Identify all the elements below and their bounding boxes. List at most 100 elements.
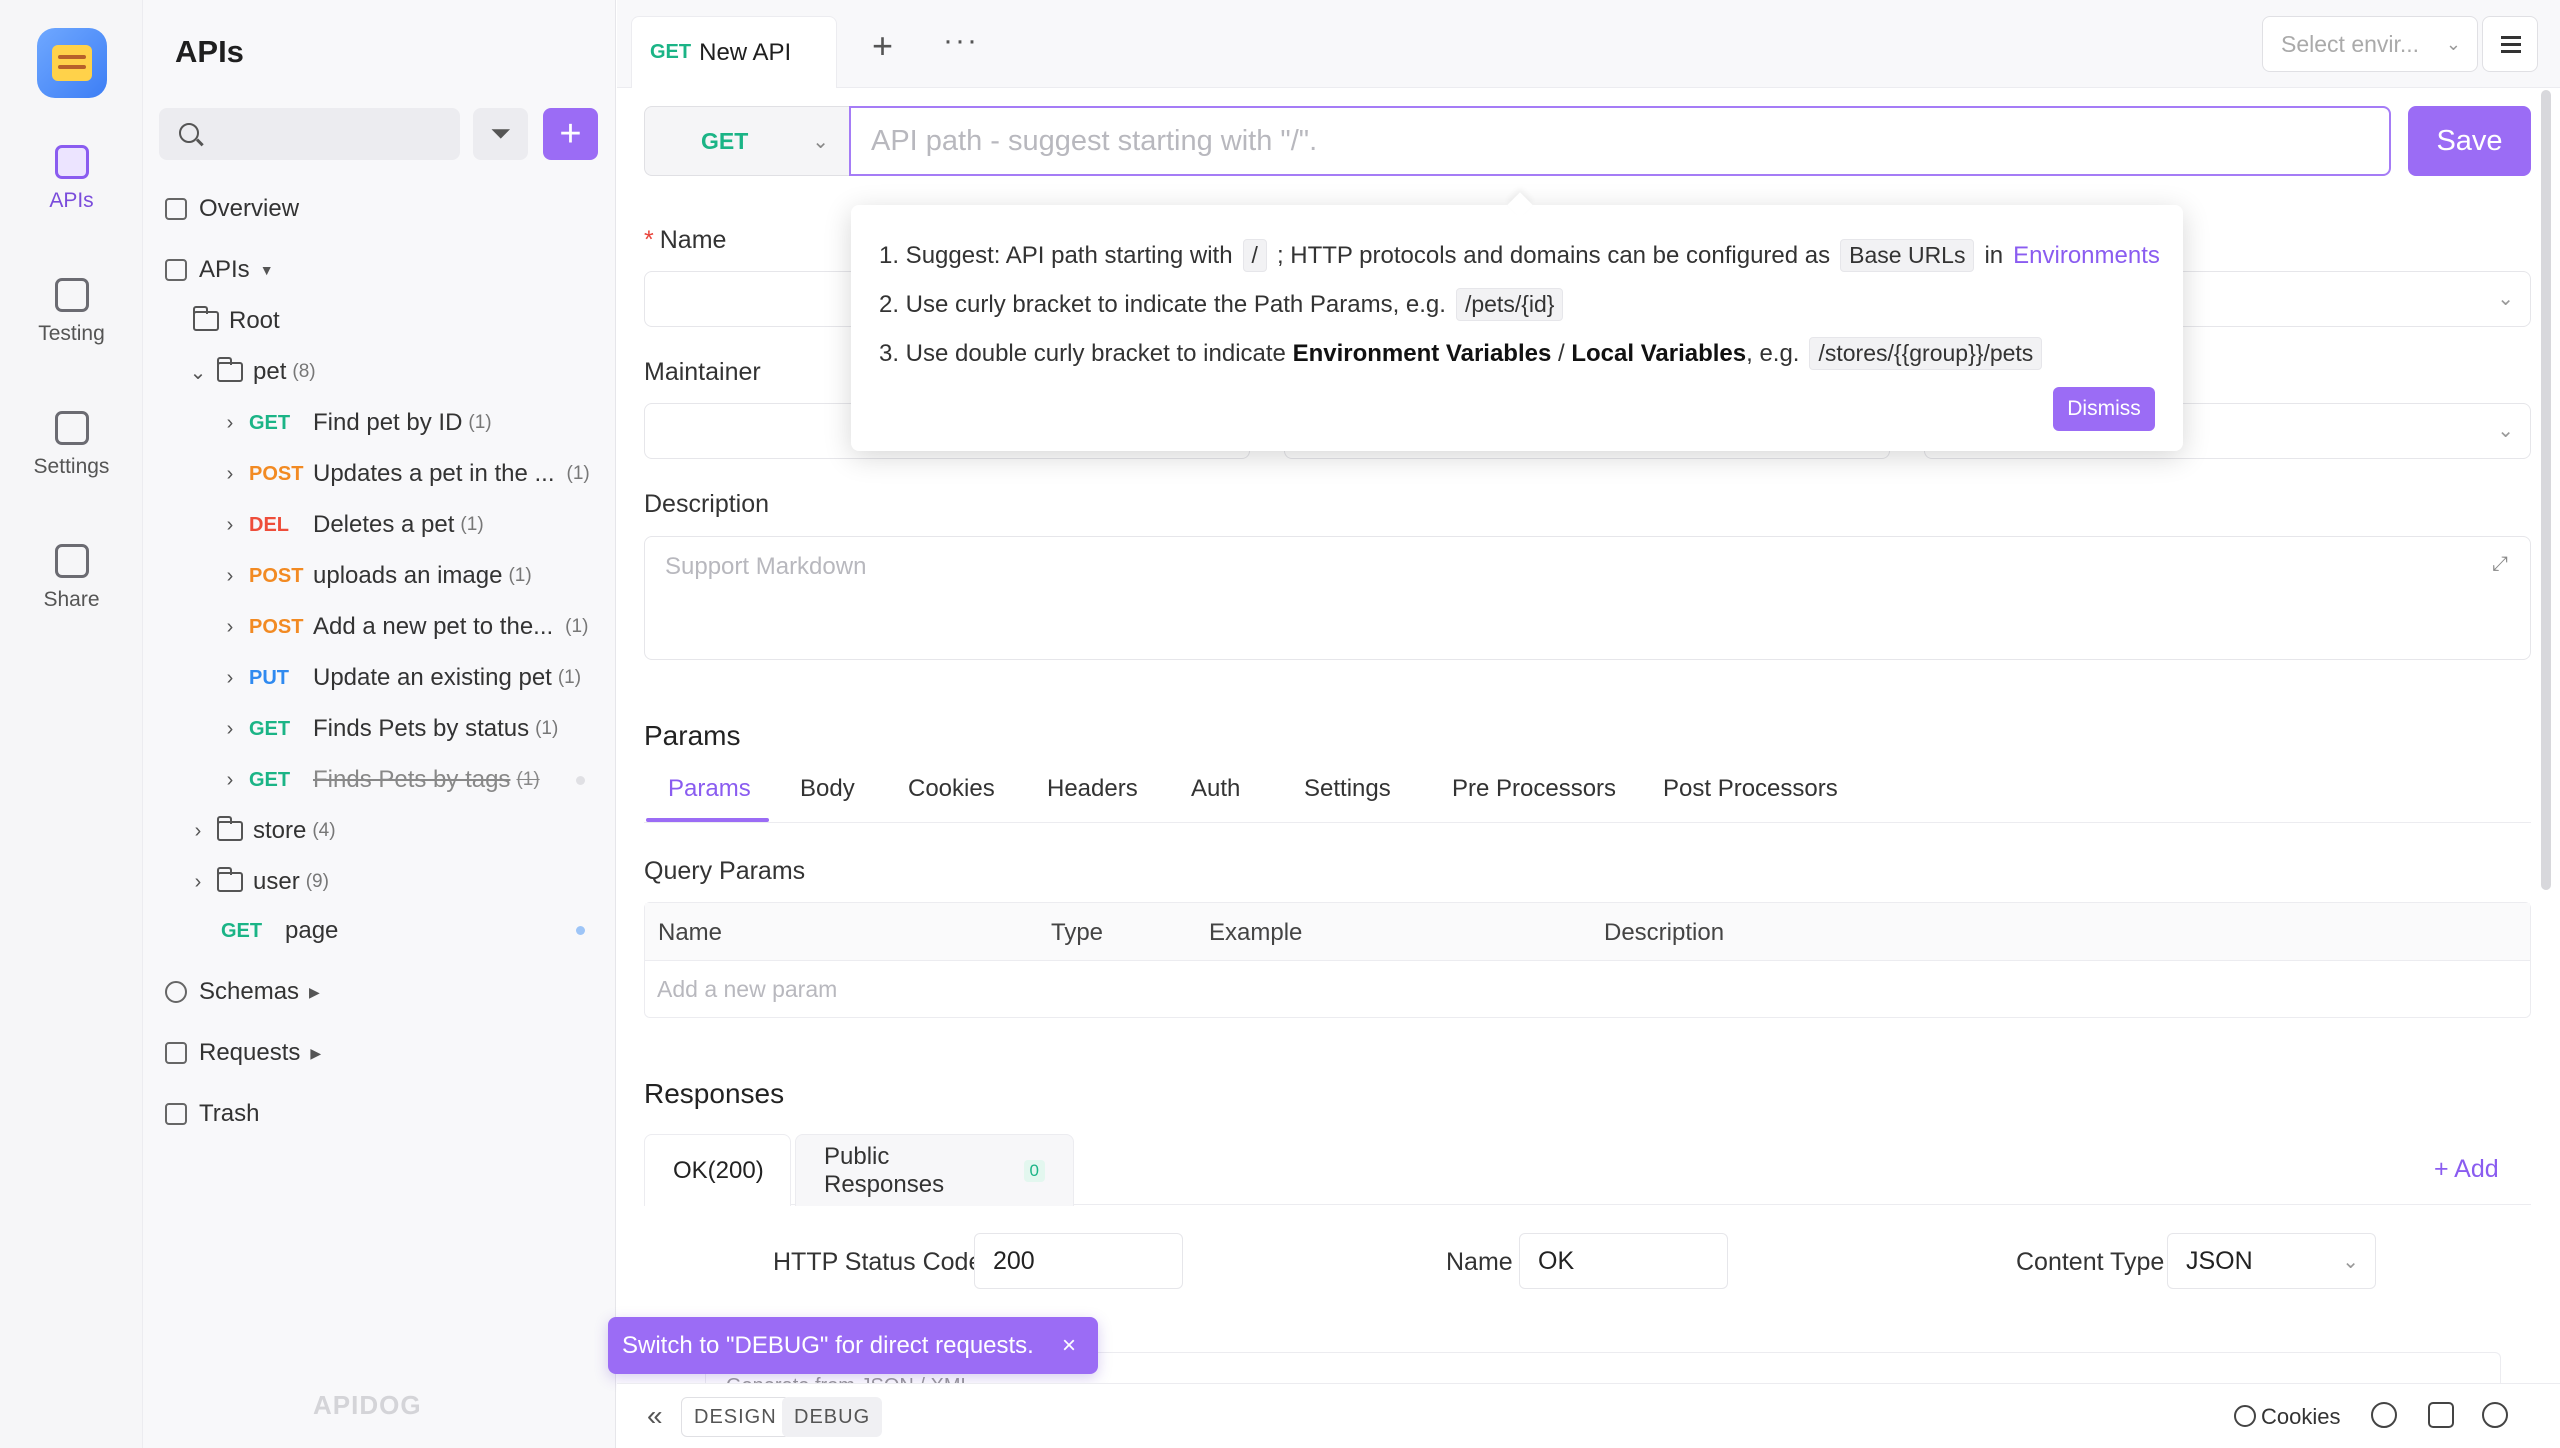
status-dot [576, 776, 585, 785]
sidebar-title: APIs [175, 34, 244, 69]
tab-post-processors[interactable]: Post Processors [1663, 775, 1838, 803]
tree-item-endpoint[interactable]: › GET Find pet by ID (1) [219, 409, 492, 437]
tree-item-endpoint-deprecated[interactable]: › GET Finds Pets by tags (1) [219, 766, 540, 794]
tree-folder-user[interactable]: › user (9) [187, 867, 329, 896]
testing-icon [54, 278, 89, 312]
tree-item-endpoint[interactable]: › POST uploads an image (1) [219, 562, 532, 590]
tab-auth[interactable]: Auth [1191, 775, 1240, 803]
app-logo[interactable] [37, 28, 107, 98]
environment-select[interactable]: Select envir... ⌄ [2262, 16, 2478, 72]
tab-headers[interactable]: Headers [1047, 775, 1138, 803]
maintainer-label: Maintainer [644, 358, 761, 386]
tree-item-endpoint[interactable]: › DEL Deletes a pet (1) [219, 511, 484, 539]
tree-item-endpoint[interactable]: › PUT Update an existing pet (1) [219, 664, 581, 692]
filter-icon: ⏷ [490, 118, 511, 148]
chevron-right-icon: › [194, 870, 202, 893]
count-badge: 0 [1023, 1159, 1045, 1182]
rail-item-share[interactable]: Share [0, 544, 143, 612]
save-button[interactable]: Save [2408, 106, 2531, 176]
tab-new-api[interactable]: GET New API [631, 16, 837, 88]
chevron-right-icon: › [226, 717, 234, 740]
tree-item-endpoint[interactable]: › POST Updates a pet in the ... (1) [219, 460, 590, 488]
cookies-button[interactable]: Cookies [2261, 1404, 2340, 1430]
menu-button[interactable] [2482, 16, 2538, 72]
tree-folder-store[interactable]: › store (4) [187, 816, 336, 845]
active-tab-indicator [646, 818, 769, 822]
chevron-right-icon: › [226, 513, 234, 536]
caret-down-icon: ▼ [259, 262, 274, 278]
tab-response-ok[interactable]: OK(200) [644, 1134, 791, 1206]
watermark-logo: APIDOG [313, 1390, 422, 1420]
tab-bar: GET New API + ··· Select envir... ⌄ [617, 0, 2560, 88]
add-button[interactable]: + [543, 108, 598, 160]
scrollbar[interactable] [2541, 90, 2551, 890]
api-tree-sidebar: APIs ⏷ + Overview APIs ▼ Root ⌄ pet (8) … [143, 0, 616, 1448]
column-header: Example [1209, 919, 1303, 946]
chevron-right-icon: › [226, 615, 234, 638]
api-icon [54, 145, 89, 179]
chevron-down-icon: ⌄ [2342, 1250, 2359, 1273]
rail-item-apis[interactable]: APIs [0, 145, 143, 213]
new-tab-button[interactable]: + [872, 28, 893, 64]
sidebar-item-trash[interactable]: Trash [165, 1100, 259, 1128]
more-icon[interactable]: ··· [943, 24, 979, 58]
tree-folder-root[interactable]: Root [193, 306, 280, 335]
tab-pre-processors[interactable]: Pre Processors [1452, 775, 1616, 803]
api-path-input[interactable] [849, 106, 2391, 176]
tree-folder-pet[interactable]: ⌄ pet (8) [187, 357, 316, 386]
rail-item-settings[interactable]: Settings [0, 411, 143, 479]
footer-bar: « DESIGN DEBUG Cookies [617, 1383, 2560, 1448]
query-params-title: Query Params [644, 857, 806, 885]
environments-link[interactable]: Environments [2013, 242, 2160, 270]
help-icon[interactable] [2482, 1402, 2508, 1428]
tab-body[interactable]: Body [800, 775, 855, 803]
schemas-icon [165, 981, 187, 1003]
column-header: Name [658, 919, 723, 946]
chevron-right-icon: › [226, 564, 234, 587]
close-icon[interactable]: × [1062, 1332, 1076, 1360]
column-header: Type [1051, 919, 1104, 946]
status-dot [576, 926, 585, 935]
sidebar-item-requests[interactable]: Requests ▶ [165, 1039, 321, 1067]
content-type-select[interactable]: JSON ⌄ [2167, 1233, 2376, 1289]
name-label: * Name [644, 226, 727, 254]
search-input[interactable] [159, 108, 460, 160]
chevron-right-icon: › [194, 819, 202, 842]
status-code-label: HTTP Status Code [773, 1248, 983, 1276]
chevron-right-icon: › [226, 462, 234, 485]
tab-cookies[interactable]: Cookies [908, 775, 995, 803]
tab-public-responses[interactable]: Public Responses 0 [795, 1134, 1074, 1206]
sidebar-item-schemas[interactable]: Schemas ▶ [165, 978, 320, 1006]
sidebar-item-apis[interactable]: APIs ▼ [165, 256, 274, 284]
add-response-button[interactable]: + Add [2434, 1155, 2499, 1184]
tree-item-endpoint[interactable]: › GET Finds Pets by status (1) [219, 715, 559, 743]
design-mode-button[interactable]: DESIGN [681, 1397, 790, 1437]
tree-item-endpoint[interactable]: › POST Add a new pet to the... (1) [219, 613, 589, 641]
dismiss-button[interactable]: Dismiss [2053, 387, 2155, 431]
filter-button[interactable]: ⏷ [473, 108, 528, 160]
tab-settings[interactable]: Settings [1304, 775, 1391, 803]
shirt-icon[interactable] [2428, 1402, 2454, 1428]
add-param-input[interactable]: Add a new param [657, 976, 837, 1003]
collapse-sidebar-icon[interactable]: « [647, 1400, 663, 1432]
sidebar-item-overview[interactable]: Overview [165, 195, 299, 223]
description-textarea[interactable]: Support Markdown ⤢ [644, 536, 2531, 660]
params-title: Params [644, 720, 741, 751]
upload-icon[interactable] [2371, 1402, 2397, 1428]
tab-params[interactable]: Params [668, 775, 751, 803]
tree-item-endpoint[interactable]: GET page [221, 917, 338, 945]
chevron-right-icon: › [226, 768, 234, 791]
method-select[interactable]: GET ⌄ [644, 106, 849, 176]
status-code-input[interactable]: 200 [974, 1233, 1183, 1289]
response-name-input[interactable]: OK [1519, 1233, 1728, 1289]
hint-line: 1. Suggest: API path starting with / ; H… [879, 239, 2160, 272]
content-type-label: Content Type [2016, 1248, 2165, 1276]
requests-icon [165, 1042, 187, 1064]
expand-icon[interactable]: ⤢ [2492, 553, 2508, 576]
debug-mode-button[interactable]: DEBUG [782, 1397, 883, 1437]
rail-item-testing[interactable]: Testing [0, 278, 143, 346]
folder-icon [217, 867, 243, 892]
caret-right-icon: ▶ [310, 1044, 322, 1061]
folder-icon [193, 306, 219, 331]
cookie-icon [2234, 1405, 2256, 1427]
